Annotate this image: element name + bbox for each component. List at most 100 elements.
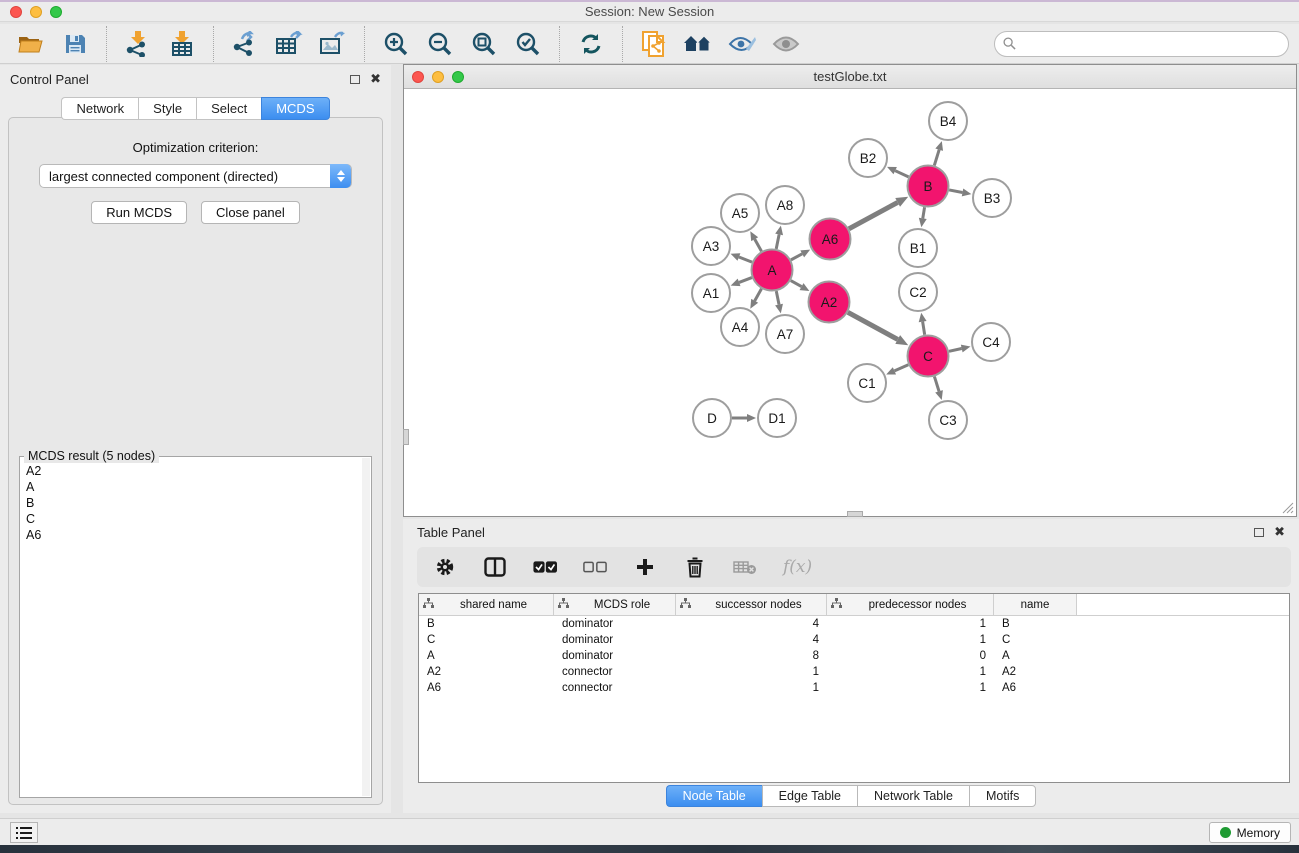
edge-A-A7[interactable]: [776, 291, 779, 305]
node-label-C1: C1: [858, 376, 875, 391]
function-icon[interactable]: f(x): [783, 557, 812, 577]
run-mcds-button[interactable]: Run MCDS: [91, 201, 187, 224]
edge-B-B1[interactable]: [923, 207, 925, 218]
edge-A6-B[interactable]: [849, 202, 898, 228]
edge-B-B4[interactable]: [934, 150, 939, 166]
arrowhead-icon: [919, 218, 927, 228]
network-window-titlebar: testGlobe.txt: [404, 65, 1296, 89]
node-label-A: A: [767, 263, 776, 278]
save-session-icon[interactable]: [60, 29, 90, 59]
gear-icon[interactable]: [433, 555, 457, 579]
edge-A-A3[interactable]: [739, 257, 752, 262]
refresh-icon[interactable]: [576, 29, 606, 59]
result-item[interactable]: A2: [26, 463, 362, 479]
table-row[interactable]: Adominator80A: [419, 648, 1289, 664]
tab-node-table[interactable]: Node Table: [666, 785, 762, 807]
result-item[interactable]: A: [26, 479, 362, 495]
zoom-fit-icon[interactable]: [469, 29, 499, 59]
edge-A2-C[interactable]: [848, 312, 898, 339]
edge-A-A8[interactable]: [776, 234, 779, 249]
result-item[interactable]: A6: [26, 527, 362, 543]
network-window-title: testGlobe.txt: [404, 69, 1296, 84]
duplicate-network-icon[interactable]: [639, 29, 669, 59]
mcds-result-list[interactable]: A2ABCA6: [22, 461, 362, 795]
edge-B-B3[interactable]: [949, 190, 962, 193]
tab-motifs[interactable]: Motifs: [969, 785, 1036, 807]
float-table-panel-icon[interactable]: [1254, 528, 1264, 537]
memory-status-icon: [1220, 827, 1231, 838]
export-table-icon[interactable]: [274, 29, 304, 59]
memory-button[interactable]: Memory: [1209, 822, 1291, 843]
close-panel-button[interactable]: Close panel: [201, 201, 300, 224]
zoom-in-icon[interactable]: [381, 29, 411, 59]
edge-A-A5[interactable]: [755, 239, 762, 251]
task-history-button[interactable]: [10, 822, 38, 843]
search-field: [994, 31, 1289, 57]
edge-C-C4[interactable]: [949, 349, 962, 352]
show-eye-icon[interactable]: [771, 29, 801, 59]
node-table[interactable]: shared nameMCDS rolesuccessor nodesprede…: [418, 593, 1290, 783]
open-file-icon[interactable]: [16, 29, 46, 59]
close-panel-icon[interactable]: ✖: [370, 74, 381, 84]
column-header-MCDS-role[interactable]: MCDS role: [554, 594, 676, 615]
tab-mcds[interactable]: MCDS: [261, 97, 329, 120]
node-label-A6: A6: [822, 232, 839, 247]
network-view-window: testGlobe.txt B4B2BB3A8A5A6A3B1AC2A1A2A4…: [403, 64, 1297, 517]
column-header-predecessor-nodes[interactable]: predecessor nodes: [827, 594, 994, 615]
edge-C-C1[interactable]: [894, 365, 908, 371]
edge-A-A2[interactable]: [791, 281, 802, 287]
search-input[interactable]: [994, 31, 1289, 57]
split-columns-icon[interactable]: [483, 555, 507, 579]
table-row[interactable]: Cdominator41C: [419, 632, 1289, 648]
optimization-criterion-value: largest connected component (directed): [49, 169, 278, 184]
export-network-icon[interactable]: [230, 29, 260, 59]
table-row[interactable]: Bdominator41B: [419, 616, 1289, 632]
column-header-shared-name[interactable]: shared name: [419, 594, 554, 615]
control-panel-tabs: NetworkStyleSelectMCDS: [0, 97, 391, 120]
table-row[interactable]: A2connector11A2: [419, 664, 1289, 680]
hide-eye-icon[interactable]: [727, 29, 757, 59]
result-item[interactable]: B: [26, 495, 362, 511]
import-table-icon[interactable]: [167, 29, 197, 59]
add-column-icon[interactable]: [633, 555, 657, 579]
import-network-icon[interactable]: [123, 29, 153, 59]
birdseye-handle-left[interactable]: [403, 429, 409, 445]
node-label-C: C: [923, 349, 933, 364]
tab-style[interactable]: Style: [138, 97, 196, 120]
close-table-panel-icon[interactable]: ✖: [1274, 527, 1285, 537]
delete-table-icon[interactable]: [733, 555, 757, 579]
column-header-successor-nodes[interactable]: successor nodes: [676, 594, 827, 615]
column-header-name[interactable]: name: [994, 594, 1077, 615]
cell-successor-nodes: 4: [676, 618, 827, 630]
edge-A-A4[interactable]: [755, 289, 762, 301]
edge-C-C2[interactable]: [923, 322, 925, 335]
tab-edge-table[interactable]: Edge Table: [762, 785, 857, 807]
edge-A-A1[interactable]: [739, 278, 752, 283]
tab-select[interactable]: Select: [196, 97, 261, 120]
resize-grip-icon[interactable]: [1282, 502, 1294, 514]
unchecked-pair-icon[interactable]: [583, 555, 607, 579]
export-image-icon[interactable]: [318, 29, 348, 59]
edge-C-C3[interactable]: [934, 377, 939, 392]
arrowhead-icon: [961, 345, 971, 353]
result-scrollbar[interactable]: [362, 458, 370, 796]
tab-network-table[interactable]: Network Table: [857, 785, 969, 807]
table-row[interactable]: A6connector11A6: [419, 680, 1289, 696]
optimization-criterion-select[interactable]: largest connected component (directed): [39, 164, 352, 188]
node-label-A4: A4: [732, 320, 749, 335]
trash-icon[interactable]: [683, 555, 707, 579]
zoom-selected-icon[interactable]: [513, 29, 543, 59]
checked-pair-icon[interactable]: [533, 555, 557, 579]
float-panel-icon[interactable]: [350, 75, 360, 84]
tab-network[interactable]: Network: [61, 97, 138, 120]
edge-B-B2[interactable]: [895, 171, 908, 177]
edge-A-A6[interactable]: [791, 254, 802, 260]
node-label-C4: C4: [982, 335, 1000, 350]
result-item[interactable]: C: [26, 511, 362, 527]
network-canvas[interactable]: B4B2BB3A8A5A6A3B1AC2A1A2A4A7C4CC1C3DD1: [404, 89, 1296, 516]
birdseye-handle-bottom[interactable]: [847, 511, 863, 517]
zoom-out-icon[interactable]: [425, 29, 455, 59]
mcds-result-box: MCDS result (5 nodes) A2ABCA6: [19, 456, 372, 798]
home-icon[interactable]: [683, 29, 713, 59]
optimization-criterion-label: Optimization criterion:: [9, 140, 382, 155]
